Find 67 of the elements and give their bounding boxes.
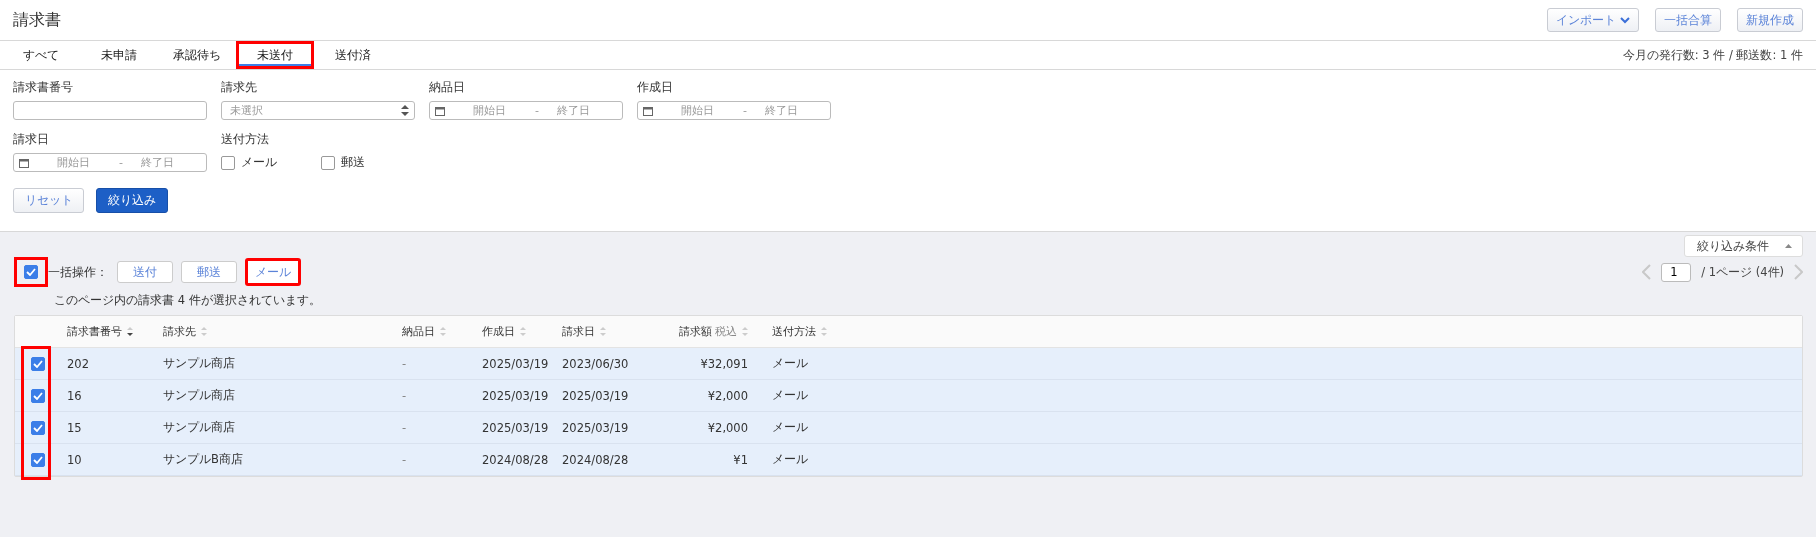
- filter-toggle-button[interactable]: 絞り込み条件: [1684, 235, 1803, 257]
- column-header[interactable]: 請求先: [163, 324, 402, 339]
- table-cell-text: -: [402, 452, 408, 467]
- column-header[interactable]: 請求書番号: [67, 324, 163, 339]
- page-total-text: / 1ページ (4件): [1701, 264, 1784, 280]
- filter-button[interactable]: 絞り込み: [96, 188, 168, 213]
- table-cell-text: 2025/03/19: [482, 356, 550, 371]
- table-cell-text: 10: [67, 452, 83, 467]
- bulk-action-button[interactable]: メール: [245, 258, 301, 286]
- column-header[interactable]: 請求額 税込: [642, 324, 748, 339]
- header-button[interactable]: 新規作成: [1737, 8, 1803, 32]
- column-header[interactable]: 送付方法: [772, 324, 1802, 339]
- tab[interactable]: 送付済: [314, 41, 392, 69]
- table-cell-text: 15: [67, 420, 83, 435]
- table-cell-text: -: [402, 356, 408, 371]
- table-cell-text: メール: [772, 356, 809, 371]
- field-label: 納品日: [429, 80, 466, 95]
- table-cell-text: 2025/03/19: [562, 388, 630, 403]
- tab[interactable]: 未送付: [236, 41, 314, 69]
- table-cell-text: メール: [772, 420, 809, 435]
- reset-button[interactable]: リセット: [13, 188, 84, 213]
- table-cell-text: 2023/06/30: [562, 356, 630, 371]
- table-row[interactable]: 202 サンプル商店 - 2025/03/19 2023/06/30 ¥32,091 メール: [15, 348, 1802, 380]
- table-cell-text: メール: [772, 388, 809, 403]
- page-title: 請求書: [13, 9, 62, 31]
- header-button[interactable]: 一括合算: [1655, 8, 1721, 32]
- column-header[interactable]: 納品日: [402, 324, 482, 339]
- table-cell-text: メール: [772, 452, 809, 467]
- table-row[interactable]: 15 サンプル商店 - 2025/03/19 2025/03/19 ¥2,000 メール: [15, 412, 1802, 444]
- bulk-action-label: 一括操作：: [48, 264, 108, 280]
- monthly-count-text: 今月の発行数: 3 件 / 郵送数: 1 件: [1622, 47, 1804, 63]
- page-input[interactable]: 1: [1661, 262, 1692, 282]
- table-cell-text: -: [402, 420, 408, 435]
- table-cell-text: ¥2,000: [706, 420, 748, 435]
- table-cell-text: 2024/08/28: [482, 452, 550, 467]
- table-row[interactable]: 10 サンプルB商店 - 2024/08/28 2024/08/28 ¥1 メール: [15, 444, 1802, 476]
- field-label: 請求書番号: [13, 80, 74, 95]
- table-cell-text: 16: [67, 388, 83, 403]
- table-cell-text: サンプル商店: [163, 388, 236, 403]
- selection-message: このページ内の請求書 4 件が選択されています。: [54, 293, 321, 307]
- checkbox-label: 郵送: [341, 154, 365, 171]
- column-header[interactable]: 作成日: [482, 324, 562, 339]
- field-label: 作成日: [637, 80, 674, 95]
- table-cell-text: ¥1: [732, 452, 748, 467]
- tab[interactable]: 未申請: [80, 41, 158, 69]
- header-button[interactable]: インポート: [1547, 8, 1639, 32]
- table-row[interactable]: 16 サンプル商店 - 2025/03/19 2025/03/19 ¥2,000 メール: [15, 380, 1802, 412]
- checkbox-label: メール: [241, 154, 277, 171]
- tab[interactable]: 承認待ち: [158, 41, 236, 69]
- field-label: 請求先: [221, 80, 258, 95]
- bulk-action-button[interactable]: 郵送: [181, 261, 237, 283]
- table-cell-text: サンプル商店: [163, 356, 236, 371]
- field-label: 請求日: [13, 132, 50, 147]
- table-cell-text: 2025/03/19: [482, 420, 550, 435]
- table-cell-text: ¥32,091: [699, 356, 748, 371]
- bulk-action-button[interactable]: 送付: [117, 261, 173, 283]
- column-header[interactable]: 請求日: [562, 324, 642, 339]
- tab[interactable]: すべて: [2, 41, 80, 69]
- table-cell-text: サンプルB商店: [163, 452, 244, 467]
- field-label: 送付方法: [221, 132, 270, 147]
- table-cell-text: 2025/03/19: [482, 388, 550, 403]
- table-cell-text: 2025/03/19: [562, 420, 630, 435]
- table-cell-text: 202: [67, 356, 90, 371]
- table-cell-text: ¥2,000: [706, 388, 748, 403]
- table-cell-text: 2024/08/28: [562, 452, 630, 467]
- table-cell-text: サンプル商店: [163, 420, 236, 435]
- table-cell-text: -: [402, 388, 408, 403]
